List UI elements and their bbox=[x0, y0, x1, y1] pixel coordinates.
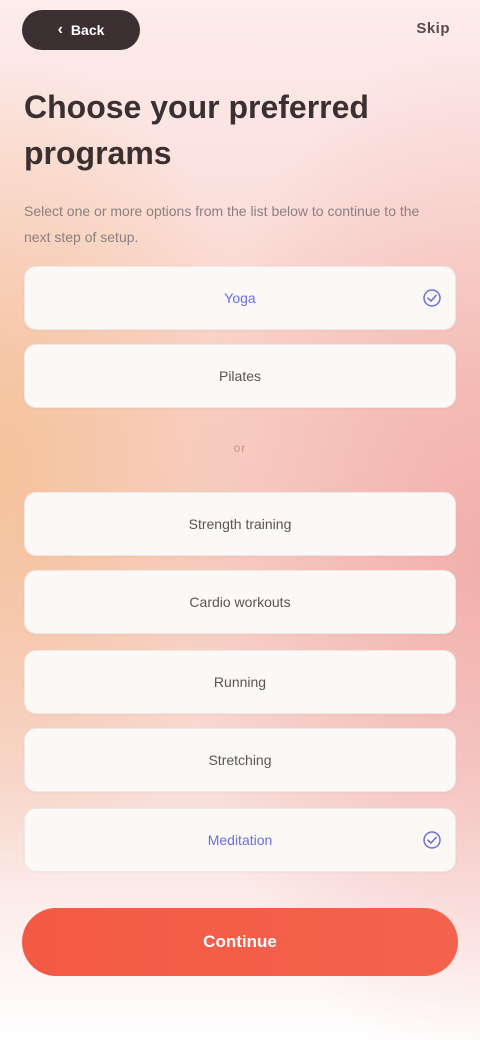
chevron-left-icon: ‹ bbox=[57, 21, 63, 38]
option-yoga[interactable]: Yoga bbox=[24, 266, 456, 330]
option-label: Meditation bbox=[207, 832, 273, 848]
option-label: Strength training bbox=[188, 516, 292, 532]
option-label: Pilates bbox=[218, 368, 262, 384]
continue-button[interactable]: Continue bbox=[22, 908, 458, 976]
check-icon bbox=[423, 831, 441, 849]
check-icon bbox=[423, 289, 441, 307]
option-label: Running bbox=[213, 674, 267, 690]
top-bar: ‹ Back Skip bbox=[22, 10, 458, 52]
option-meditation[interactable]: Meditation bbox=[24, 808, 456, 872]
heading: Choose your preferred programs Select on… bbox=[24, 84, 440, 250]
back-button-label: Back bbox=[70, 22, 105, 38]
page-subtitle: Select one or more options from the list… bbox=[24, 203, 420, 245]
back-button[interactable]: ‹ Back bbox=[22, 10, 140, 50]
option-label: Cardio workouts bbox=[189, 594, 291, 610]
option-running[interactable]: Running bbox=[24, 650, 456, 714]
option-strength-training[interactable]: Strength training bbox=[24, 492, 456, 556]
page-title: Choose your preferred programs bbox=[24, 89, 369, 171]
option-label: Yoga bbox=[224, 290, 256, 306]
option-pilates[interactable]: Pilates bbox=[24, 344, 456, 408]
section-divider: or bbox=[233, 441, 247, 455]
option-stretching[interactable]: Stretching bbox=[24, 728, 456, 792]
option-cardio-workouts[interactable]: Cardio workouts bbox=[24, 570, 456, 634]
option-label: Stretching bbox=[208, 752, 272, 768]
skip-link[interactable]: Skip bbox=[416, 20, 450, 37]
